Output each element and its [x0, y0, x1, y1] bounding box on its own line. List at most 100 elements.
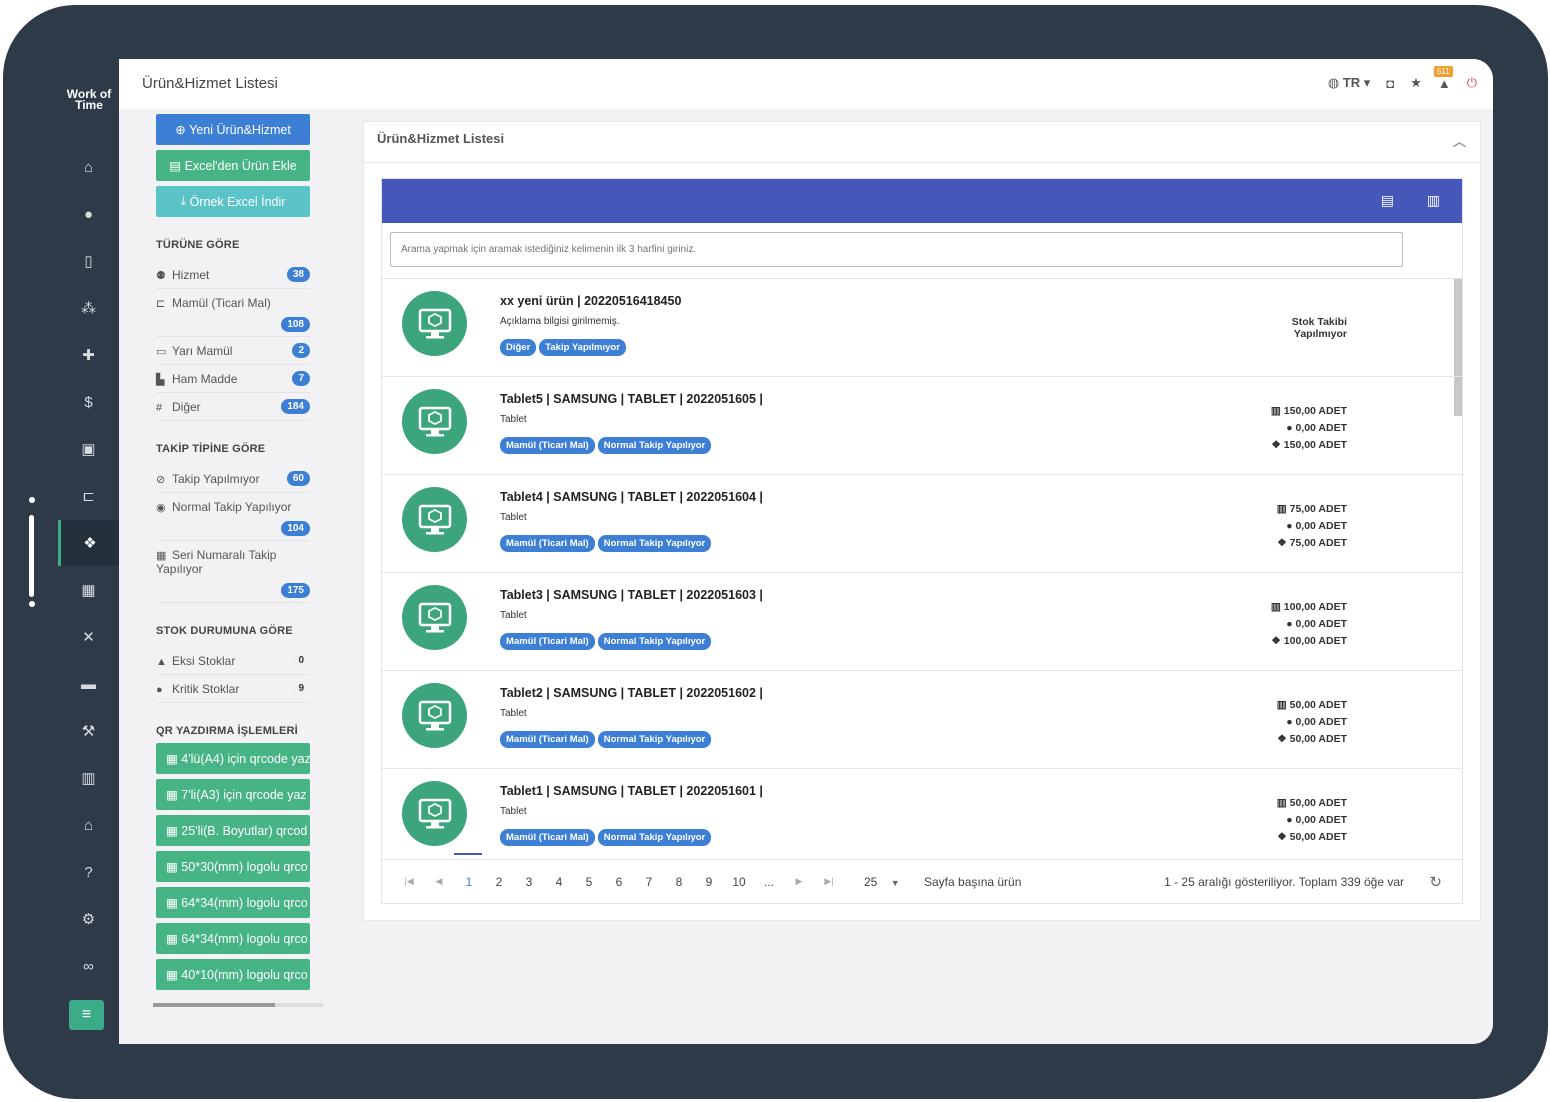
qrcode-icon[interactable]: ▦	[58, 567, 119, 613]
pdf-export-icon[interactable]: ▥	[1427, 192, 1440, 209]
filter-mamul[interactable]: ⊏ Mamül (Ticari Mal) 108	[156, 289, 310, 337]
stock-available: 50,00 ADET	[1289, 733, 1347, 745]
cubes-icon[interactable]: ❖	[58, 520, 119, 566]
qr-print-button[interactable]: ▦ 7'li(A3) için qrcode yaz	[156, 779, 310, 810]
warehouse-icon: ▥	[1276, 797, 1290, 809]
excel-export-icon[interactable]: ▤	[1381, 192, 1394, 209]
page-link[interactable]: 3	[514, 875, 544, 889]
warehouse-icon: ▥	[1270, 601, 1284, 613]
caret-down-icon: ▾	[1363, 75, 1371, 90]
excel-sample-button[interactable]: ⤓ Örnek Excel İndir	[156, 186, 310, 217]
filter-label: Takip Yapılmıyor	[172, 472, 260, 486]
tools-icon[interactable]: ✕	[58, 614, 119, 660]
language-selector[interactable]: ◍ TR ▾	[1328, 75, 1370, 91]
grid-toolbar: ▤ ▥	[382, 179, 1462, 223]
count-badge: 2	[292, 343, 310, 358]
qr-print-button[interactable]: ▦ 64*34(mm) logolu qrco	[156, 923, 310, 954]
menu-toggle-icon[interactable]: ≡	[69, 1000, 104, 1030]
filter-diger[interactable]: # Diğer 184	[156, 393, 310, 421]
cubes-icon: ❖	[1277, 537, 1290, 549]
search-input[interactable]	[390, 232, 1403, 267]
product-row[interactable]: Tablet3 | SAMSUNG | TABLET | 2022051603 …	[382, 573, 1462, 671]
qr-print-button[interactable]: ▦ 50*30(mm) logolu qrco	[156, 851, 310, 882]
filter-no-tracking[interactable]: ⊘ Takip Yapılmıyor 60	[156, 465, 310, 493]
product-monitor-icon	[402, 487, 467, 552]
stock-reserved: 0,00 ADET	[1295, 422, 1347, 434]
refresh-icon[interactable]: ↻	[1429, 873, 1442, 891]
page-link[interactable]: 1	[454, 852, 484, 889]
product-row[interactable]: Tablet4 | SAMSUNG | TABLET | 2022051604 …	[382, 475, 1462, 573]
medkit-icon[interactable]: ✚	[58, 332, 119, 378]
building-icon[interactable]: ▥	[58, 755, 119, 801]
money-icon[interactable]: ▣	[58, 426, 119, 472]
notifications-button[interactable]: 511 ▲	[1433, 65, 1453, 91]
page-link[interactable]: 9	[694, 875, 724, 889]
notification-count-badge: 511	[1433, 65, 1453, 77]
home-icon[interactable]: ⌂	[58, 144, 119, 190]
qr-button-label: 40*10(mm) logolu qrco	[181, 967, 308, 982]
logout-icon[interactable]: ⏻	[1467, 75, 1477, 91]
page-link[interactable]: 5	[574, 875, 604, 889]
qr-print-button[interactable]: ▦ 64*34(mm) logolu qrco	[156, 887, 310, 918]
filter-negative-stock[interactable]: ▲ Eksi Stoklar 0	[156, 647, 310, 675]
filter-normal-tracking[interactable]: ◉ Normal Takip Yapılıyor 104	[156, 493, 310, 541]
product-grid: ▤ ▥ xx yeni ürün | 20220516418450 Açıkla…	[381, 178, 1463, 904]
star-icon[interactable]: ★	[1410, 75, 1422, 91]
excel-import-button[interactable]: ▤ Excel'den Ürün Ekle	[156, 150, 310, 181]
briefcase-icon[interactable]: ▬	[58, 661, 119, 707]
qr-print-button[interactable]: ▦ 40*10(mm) logolu qrco	[156, 959, 310, 990]
qr-button-label: 64*34(mm) logolu qrco	[181, 931, 308, 946]
qr-print-button[interactable]: ▦ 4'lü(A4) için qrcode yaz	[156, 743, 310, 774]
filter-serial-tracking[interactable]: ▦ Seri Numaralı Takip Yapılıyor 175	[156, 541, 310, 603]
page-link[interactable]: 8	[664, 875, 694, 889]
dollar-icon[interactable]: $	[58, 379, 119, 425]
product-row[interactable]: xx yeni ürün | 20220516418450 Açıklama b…	[382, 279, 1462, 377]
new-product-button[interactable]: ⊕ Yeni Ürün&Hizmet	[156, 114, 310, 145]
lock-icon[interactable]: ◘	[1386, 76, 1394, 91]
qrcode-icon: ▦	[166, 896, 182, 910]
wrench-icon[interactable]: ⚒	[58, 708, 119, 754]
user-icon[interactable]: ●	[58, 191, 119, 237]
settings-icon[interactable]: ⚙	[58, 896, 119, 942]
filter-yari-mamul[interactable]: ▭ Yarı Mamül 2	[156, 337, 310, 365]
archive-icon: ▭	[156, 346, 167, 358]
logo[interactable]: Work of Time	[62, 88, 116, 111]
filter-label: Eksi Stoklar	[172, 654, 236, 668]
help-icon[interactable]: ?	[58, 849, 119, 895]
page-link[interactable]: 7	[634, 875, 664, 889]
bank-icon[interactable]: ⌂	[58, 802, 119, 848]
excel-sample-label: Örnek Excel İndir	[189, 194, 286, 209]
prev-page-icon[interactable]: ◀	[424, 876, 454, 887]
product-tag: Normal Takip Yapılıyor	[597, 731, 712, 748]
stock-summary: ▥ 50,00 ADET ● 0,00 ADET ❖ 50,00 ADET	[1277, 697, 1347, 748]
product-tag: Normal Takip Yapılıyor	[597, 437, 712, 454]
link-icon[interactable]: ∞	[58, 943, 119, 989]
page-ellipsis[interactable]: ...	[754, 875, 784, 889]
product-row[interactable]: Tablet1 | SAMSUNG | TABLET | 2022051601 …	[382, 769, 1462, 859]
filter-horizontal-scrollbar[interactable]	[153, 1003, 323, 1007]
page-link[interactable]: 10	[724, 875, 754, 889]
excel-icon: ▤	[169, 159, 185, 173]
product-row[interactable]: Tablet2 | SAMSUNG | TABLET | 2022051602 …	[382, 671, 1462, 769]
last-page-icon[interactable]: ▶|	[814, 876, 844, 887]
scrollbar-thumb[interactable]	[153, 1003, 275, 1007]
product-tag: Takip Yapılmıyor	[539, 339, 626, 356]
filter-critical-stock[interactable]: ● Kritik Stoklar 9	[156, 675, 310, 703]
qr-print-button[interactable]: ▦ 25'li(B. Boyutlar) qrcod	[156, 815, 310, 846]
document-icon[interactable]: ▯	[58, 238, 119, 284]
page-link[interactable]: 4	[544, 875, 574, 889]
product-row[interactable]: Tablet5 | SAMSUNG | TABLET | 2022051605 …	[382, 377, 1462, 475]
chevron-up-icon[interactable]: ︿	[1453, 131, 1466, 150]
filter-hizmet[interactable]: ⚉ Hizmet 38	[156, 261, 310, 289]
cart-icon[interactable]: ⊏	[58, 473, 119, 519]
first-page-icon[interactable]: |◀	[394, 876, 424, 887]
page-size-value: 25	[864, 874, 878, 889]
product-description: Açıklama bilgisi girilmemiş.	[500, 316, 620, 327]
page-link[interactable]: 6	[604, 875, 634, 889]
product-tag: Normal Takip Yapılıyor	[597, 829, 712, 846]
page-size-select[interactable]: 25 ▼	[864, 875, 924, 889]
next-page-icon[interactable]: ▶	[784, 876, 814, 887]
filter-ham-madde[interactable]: ▙ Ham Madde 7	[156, 365, 310, 393]
users-icon[interactable]: ⁂	[58, 285, 119, 331]
page-link[interactable]: 2	[484, 875, 514, 889]
